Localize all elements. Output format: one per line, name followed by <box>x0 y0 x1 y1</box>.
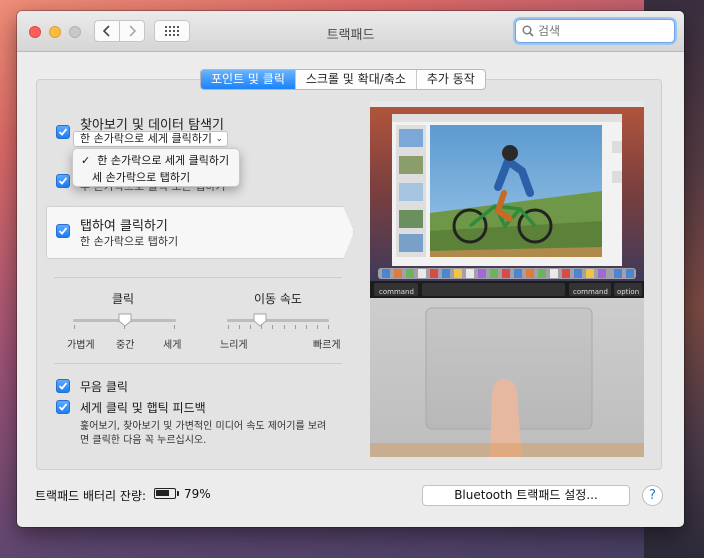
checkmark-icon <box>58 177 68 185</box>
slider-tick <box>239 325 241 329</box>
preview-illustration <box>370 101 644 457</box>
battery-label: 트랙패드 배터리 잔량: <box>35 489 147 503</box>
slider-tick <box>305 325 307 329</box>
silent-click-label: 무음 클릭 <box>80 380 128 394</box>
force-click-label: 세게 클릭 및 햅틱 피드백 <box>80 401 206 415</box>
tracking-slider-track[interactable] <box>227 319 329 322</box>
battery-icon <box>154 488 179 499</box>
click-tick-firm: 세게 <box>163 340 182 351</box>
force-click-desc-line2: 면 클릭한 다음 꼭 누르십시오. <box>80 435 207 446</box>
silent-click-checkbox[interactable] <box>56 379 70 393</box>
slider-tick <box>283 325 285 329</box>
system-preferences-window: 트랙패드 포인트 및 클릭 스크롤 및 확대/축소 추가 동작 찾아보기 및 데… <box>17 11 684 527</box>
tracking-min-label: 느리게 <box>220 340 248 351</box>
secondary-click-checkbox[interactable] <box>56 174 70 188</box>
slider-tick <box>294 325 296 329</box>
slider-tick <box>272 325 274 329</box>
menu-item-three-finger-tap[interactable]: 세 손가락으로 탭하기 <box>92 169 190 185</box>
slider-tick <box>174 325 175 329</box>
slider-tick <box>316 325 318 329</box>
divider <box>54 363 342 364</box>
tab-more-gestures[interactable]: 추가 동작 <box>417 70 485 89</box>
lookup-popup[interactable]: 한 손가락으로 세게 클릭하기 ⌄ <box>73 131 228 147</box>
search-icon <box>522 25 534 37</box>
click-slider-label: 클릭 <box>112 292 135 306</box>
checkmark-icon <box>58 227 68 235</box>
menu-item-label: 한 손가락으로 세게 클릭하기 <box>97 154 230 167</box>
key-command-right: command <box>573 288 608 296</box>
tracking-max-label: 빠르게 <box>313 340 341 351</box>
tab-bar: 포인트 및 클릭 스크롤 및 확대/축소 추가 동작 <box>200 69 486 90</box>
tab-scroll-and-zoom[interactable]: 스크롤 및 확대/축소 <box>296 70 417 89</box>
key-command-left: command <box>379 288 414 296</box>
tap-to-click-subtitle: 한 손가락으로 탭하기 <box>80 235 179 248</box>
click-tick-medium: 중간 <box>116 340 135 351</box>
slider-tick <box>250 325 252 329</box>
key-option-right: option <box>617 288 640 296</box>
tap-to-click-title: 탭하여 클릭하기 <box>80 219 168 234</box>
menu-item-force-click[interactable]: ✓ 한 손가락으로 세게 클릭하기 <box>81 152 229 168</box>
menu-item-label: 세 손가락으로 탭하기 <box>92 171 191 184</box>
slider-tick <box>228 325 229 329</box>
divider <box>54 277 342 278</box>
tracking-slider-label: 이동 속도 <box>254 292 302 306</box>
slider-tick <box>328 325 329 329</box>
search-field[interactable] <box>515 19 675 43</box>
gesture-preview: command command option <box>370 101 644 457</box>
force-click-checkbox[interactable] <box>56 400 70 414</box>
tracking-slider-knob[interactable] <box>253 313 267 327</box>
click-slider-knob[interactable] <box>118 313 132 327</box>
checkmark-icon <box>58 128 68 136</box>
bluetooth-setup-button[interactable]: Bluetooth 트랙패드 설정... <box>422 485 630 506</box>
click-tick-light: 가볍게 <box>67 340 95 351</box>
checkmark-icon <box>58 382 68 390</box>
tab-point-and-click[interactable]: 포인트 및 클릭 <box>201 70 296 89</box>
battery-fill <box>156 490 169 496</box>
checkmark-icon <box>58 403 68 411</box>
lookup-dropdown-menu: ✓ 한 손가락으로 세게 클릭하기 세 손가락으로 탭하기 <box>72 148 240 187</box>
title-bar: 트랙패드 <box>17 11 684 52</box>
tap-to-click-checkbox[interactable] <box>56 224 70 238</box>
lookup-popup-value: 한 손가락으로 세게 클릭하기 <box>80 132 212 145</box>
battery-percent: 79% <box>184 487 211 501</box>
force-click-desc-line1: 훑어보기, 찾아보기 및 가변적인 미디어 속도 제어기를 보려 <box>80 421 327 432</box>
help-button[interactable]: ? <box>642 485 663 506</box>
slider-tick <box>74 325 75 329</box>
chevron-down-icon: ⌄ <box>215 134 223 144</box>
lookup-checkbox[interactable] <box>56 125 70 139</box>
search-input[interactable] <box>538 23 668 39</box>
